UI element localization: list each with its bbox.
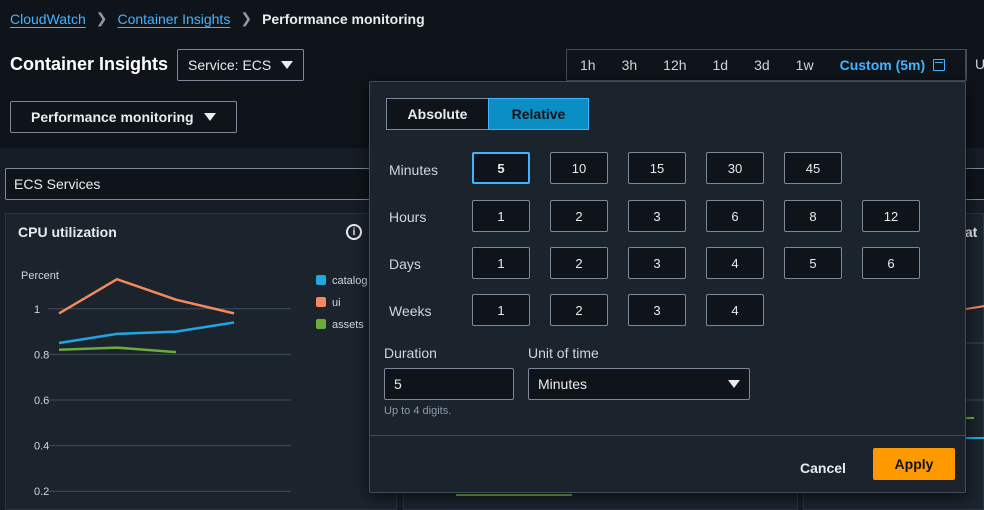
minutes-option-30[interactable]: 30 bbox=[706, 152, 764, 184]
secondary-filter-input[interactable] bbox=[964, 168, 984, 200]
series-line-assets bbox=[58, 346, 177, 354]
weeks-option-1[interactable]: 1 bbox=[472, 294, 530, 326]
time-range-1h[interactable]: 1h bbox=[567, 50, 609, 80]
legend-swatch-assets bbox=[316, 319, 326, 329]
right-series-line bbox=[965, 305, 984, 310]
calendar-icon bbox=[933, 59, 946, 71]
y-tick-label: 0.6 bbox=[34, 395, 49, 407]
time-range-3h[interactable]: 3h bbox=[609, 50, 651, 80]
time-range-3d[interactable]: 3d bbox=[741, 50, 783, 80]
time-range-1w[interactable]: 1w bbox=[783, 50, 827, 80]
days-option-2[interactable]: 2 bbox=[550, 247, 608, 279]
relative-mode-button[interactable]: Relative bbox=[488, 98, 589, 130]
view-select[interactable]: Performance monitoring bbox=[10, 101, 237, 133]
legend-swatch-ui bbox=[316, 297, 326, 307]
duration-input[interactable]: 5 bbox=[384, 368, 514, 400]
time-range-custom-label: Custom (5m) bbox=[839, 57, 926, 73]
hours-option-6[interactable]: 6 bbox=[706, 200, 764, 232]
minutes-option-45[interactable]: 45 bbox=[784, 152, 842, 184]
unit-of-time-value: Minutes bbox=[538, 376, 588, 392]
time-range-1d[interactable]: 1d bbox=[700, 50, 742, 80]
y-tick-label: 1 bbox=[34, 304, 40, 316]
unit-of-time-select[interactable]: Minutes bbox=[528, 368, 750, 400]
custom-time-range-popover: Absolute Relative Minutes 5 10 15 30 45 … bbox=[369, 81, 966, 493]
caret-down-icon bbox=[281, 61, 294, 69]
resource-filter-value: ECS Services bbox=[14, 176, 101, 192]
caret-down-icon bbox=[203, 113, 216, 121]
weeks-option-3[interactable]: 3 bbox=[628, 294, 686, 326]
y-tick-label: 0.4 bbox=[34, 441, 49, 453]
resource-filter-input[interactable]: ECS Services bbox=[5, 168, 385, 200]
weeks-option-2[interactable]: 2 bbox=[550, 294, 608, 326]
breadcrumb-cloudwatch[interactable]: CloudWatch bbox=[10, 11, 86, 27]
series-line-catalog bbox=[58, 321, 235, 345]
caret-down-icon bbox=[728, 380, 740, 388]
time-range-selector: 1h 3h 12h 1d 3d 1w Custom (5m) bbox=[566, 49, 966, 81]
divider bbox=[370, 435, 965, 436]
time-range-custom[interactable]: Custom (5m) bbox=[827, 50, 959, 80]
days-option-4[interactable]: 4 bbox=[706, 247, 764, 279]
y-axis-label: Percent bbox=[21, 270, 59, 282]
days-row-label: Days bbox=[389, 256, 421, 272]
days-option-5[interactable]: 5 bbox=[784, 247, 842, 279]
minutes-option-15[interactable]: 15 bbox=[628, 152, 686, 184]
weeks-option-4[interactable]: 4 bbox=[706, 294, 764, 326]
chevron-right-icon: ❯ bbox=[240, 10, 253, 26]
duration-value: 5 bbox=[394, 376, 402, 392]
days-option-6[interactable]: 6 bbox=[862, 247, 920, 279]
y-tick-label: 0.2 bbox=[34, 486, 49, 498]
minutes-row-label: Minutes bbox=[389, 162, 439, 178]
minutes-option-10[interactable]: 10 bbox=[550, 152, 608, 184]
breadcrumb-current: Performance monitoring bbox=[262, 10, 425, 27]
page-title: Container Insights bbox=[10, 54, 169, 74]
time-zone-label: U bbox=[975, 56, 984, 72]
weeks-row-label: Weeks bbox=[389, 303, 432, 319]
hours-option-3[interactable]: 3 bbox=[628, 200, 686, 232]
hours-option-2[interactable]: 2 bbox=[550, 200, 608, 232]
service-select[interactable]: Service: ECS bbox=[177, 49, 305, 81]
series-line-ui bbox=[58, 277, 235, 315]
y-tick-label: 0.8 bbox=[34, 349, 49, 361]
range-mode-toggle: Absolute Relative bbox=[386, 98, 589, 130]
view-select-label: Performance monitoring bbox=[31, 109, 194, 125]
hours-option-1[interactable]: 1 bbox=[472, 200, 530, 232]
breadcrumb: CloudWatch ❯ Container Insights ❯ Perfor… bbox=[10, 10, 425, 27]
legend-label-catalog: catalog bbox=[332, 275, 367, 287]
hours-row-label: Hours bbox=[389, 209, 427, 225]
duration-label: Duration bbox=[384, 345, 437, 361]
time-zone-button[interactable]: U bbox=[966, 49, 984, 81]
cpu-utilization-card: CPU utilization i Percent 1 0.8 0.6 0.4 0.2 ca… bbox=[5, 213, 397, 510]
hours-option-8[interactable]: 8 bbox=[784, 200, 842, 232]
duration-hint: Up to 4 digits. bbox=[384, 405, 452, 417]
service-select-label: Service: ECS bbox=[188, 57, 272, 73]
absolute-mode-button[interactable]: Absolute bbox=[386, 98, 488, 130]
legend-swatch-catalog bbox=[316, 275, 326, 285]
breadcrumb-container-insights[interactable]: Container Insights bbox=[117, 11, 230, 27]
cancel-button[interactable]: Cancel bbox=[788, 452, 858, 484]
days-option-3[interactable]: 3 bbox=[628, 247, 686, 279]
chevron-right-icon: ❯ bbox=[95, 10, 108, 26]
legend-label-ui: ui bbox=[332, 297, 341, 309]
days-option-1[interactable]: 1 bbox=[472, 247, 530, 279]
unit-of-time-label: Unit of time bbox=[528, 345, 599, 361]
apply-button[interactable]: Apply bbox=[873, 448, 955, 480]
cpu-chart: Percent 1 0.8 0.6 0.4 0.2 catalog ui assets bbox=[21, 270, 367, 498]
legend-label-assets: assets bbox=[332, 319, 364, 331]
time-range-12h[interactable]: 12h bbox=[650, 50, 699, 80]
hours-option-12[interactable]: 12 bbox=[862, 200, 920, 232]
minutes-option-5[interactable]: 5 bbox=[472, 152, 530, 184]
